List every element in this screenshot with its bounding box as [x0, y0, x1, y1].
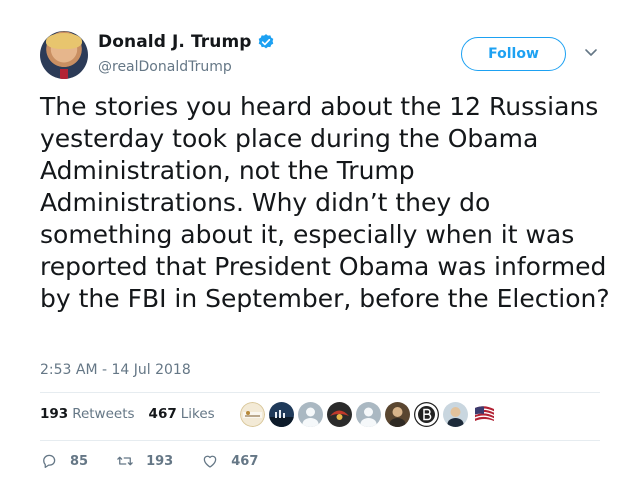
author-avatar[interactable] [40, 31, 88, 79]
liker-avatar-default[interactable] [298, 402, 323, 427]
tweet-timestamp[interactable]: 2:53 AM - 14 Jul 2018 [40, 362, 191, 378]
retweets-label: Retweets [72, 406, 135, 422]
author-handle[interactable]: @realDonaldTrump [98, 59, 232, 75]
reply-count: 85 [70, 453, 89, 469]
divider [40, 440, 600, 441]
retweets-stat[interactable]: 193 Retweets [40, 406, 135, 422]
like-count: 467 [231, 453, 259, 469]
retweets-count: 193 [40, 406, 69, 422]
avatar-tie [60, 69, 68, 79]
retweet-icon [117, 456, 133, 466]
liker-avatar-eagle[interactable] [327, 402, 352, 427]
author-display-name[interactable]: Donald J. Trump [98, 32, 252, 52]
liker-avatar-b-logo[interactable] [414, 402, 439, 427]
liker-avatar-portrait[interactable] [385, 402, 410, 427]
reply-button[interactable]: 85 [40, 452, 88, 470]
avatar-hair [46, 33, 82, 49]
follow-button[interactable]: Follow [461, 37, 566, 71]
engagement-stats: 193 Retweets 467 Likes [40, 406, 215, 422]
likes-label: Likes [180, 406, 215, 422]
liker-avatar-crp-logo[interactable] [240, 402, 265, 427]
retweet-button[interactable]: 193 [116, 452, 173, 470]
tweet-actions: 85 193 467 [40, 452, 286, 470]
like-button[interactable]: 467 [201, 452, 258, 470]
liker-avatar-portrait[interactable] [443, 402, 468, 427]
liker-avatar-default[interactable] [356, 402, 381, 427]
retweet-count: 193 [146, 453, 174, 469]
heart-icon [203, 455, 217, 468]
author-name-row: Donald J. Trump [98, 32, 275, 52]
liker-avatar-skyline[interactable] [269, 402, 294, 427]
tweet-text: The stories you heard about the 12 Russi… [40, 92, 610, 313]
divider [40, 392, 600, 393]
chevron-down-icon[interactable] [583, 46, 599, 60]
liker-avatar-us-flag[interactable] [472, 402, 497, 427]
likes-stat[interactable]: 467 Likes [149, 406, 215, 422]
likes-count: 467 [148, 406, 177, 422]
liker-avatars [240, 402, 497, 427]
reply-icon [43, 454, 56, 469]
verified-badge-icon [257, 33, 275, 51]
